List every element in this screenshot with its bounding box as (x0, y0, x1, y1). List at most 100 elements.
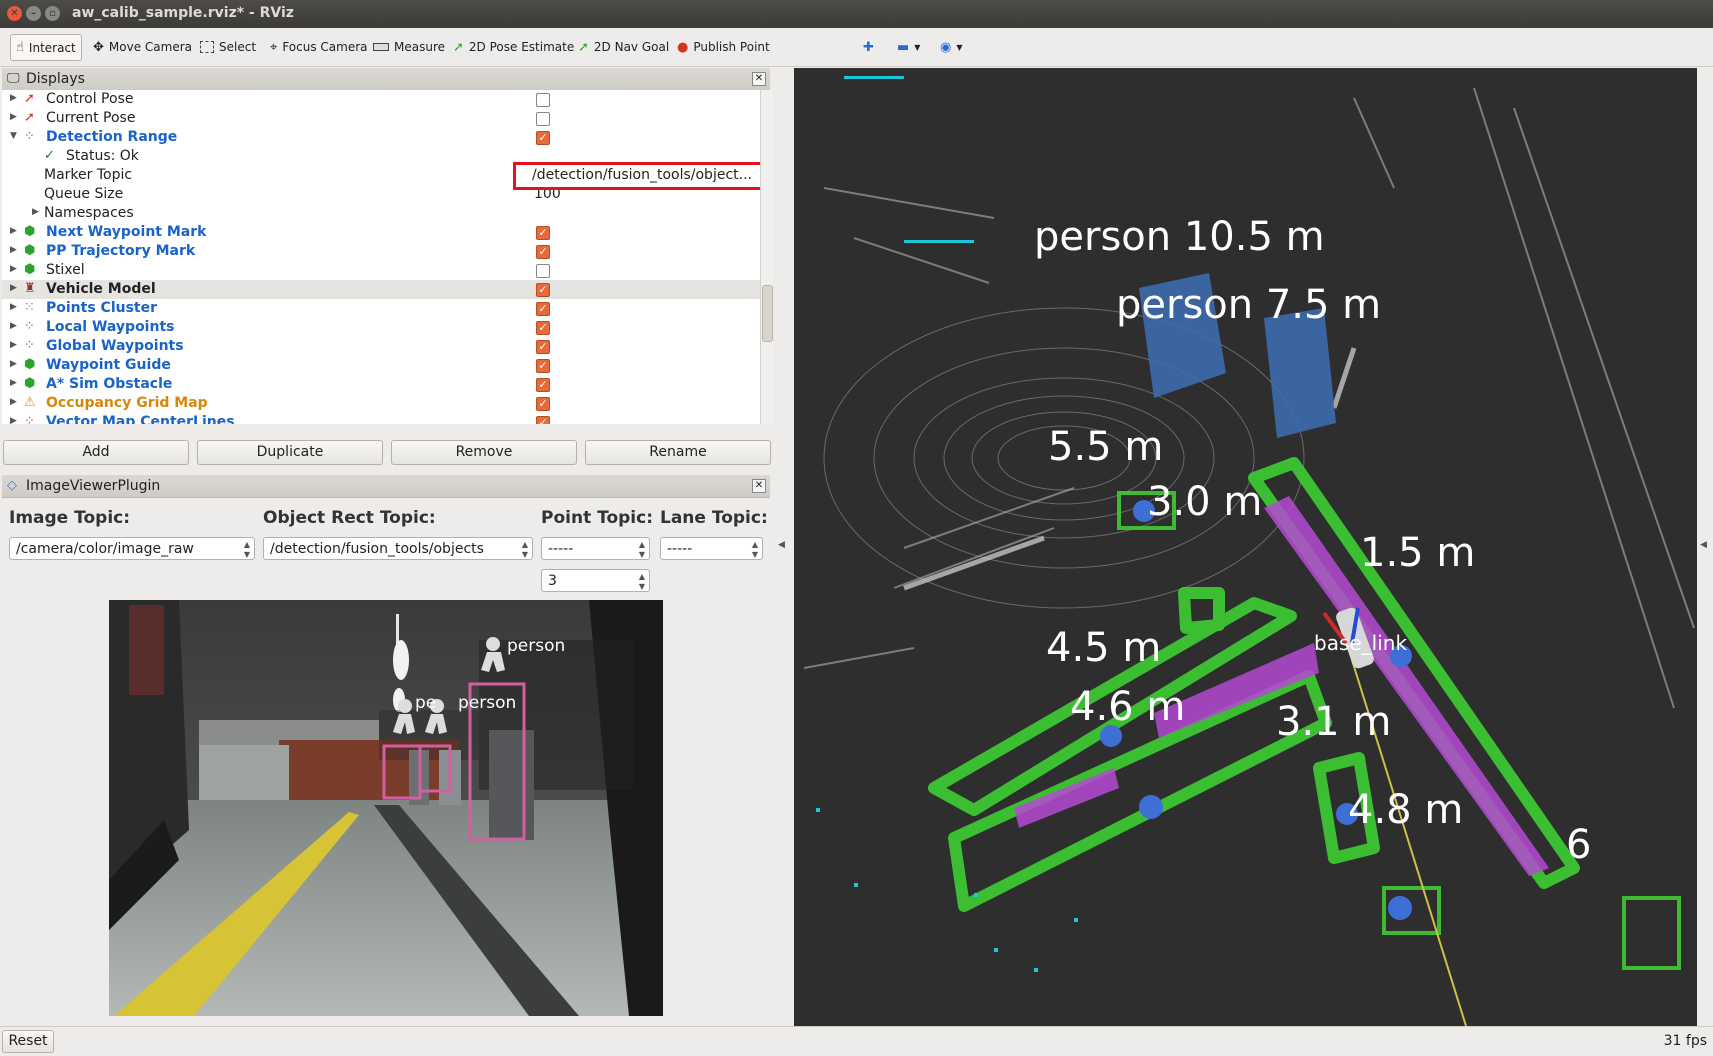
detection-label: person (507, 636, 565, 656)
lane-topic-select[interactable]: ----- ▲ ▼ (660, 537, 763, 560)
display-label: Vector Map CenterLines (46, 414, 235, 424)
add-button[interactable]: Add (3, 440, 189, 465)
splitter-arrow-icon[interactable]: ◀ (778, 540, 785, 550)
focus-camera-tool-button[interactable]: ⌖ Focus Camera (265, 35, 373, 59)
display-checkbox[interactable] (536, 93, 550, 107)
close-window-button[interactable]: ✕ (7, 6, 22, 21)
expand-arrow-icon[interactable]: ▶ (10, 112, 17, 122)
duplicate-button[interactable]: Duplicate (197, 440, 383, 465)
display-row[interactable]: ▶ ⁘ Vector Map CenterLines ✓ (2, 413, 760, 424)
chevron-updown-icon: ▲ ▼ (751, 540, 758, 559)
display-row[interactable]: ▶ ⚠ Occupancy Grid Map ✓ (2, 394, 760, 413)
image-topic-select[interactable]: /camera/color/image_raw ▲ ▼ (9, 537, 255, 560)
close-panel-icon[interactable]: ✕ (752, 72, 766, 86)
display-row[interactable]: ▶ ⬢ Next Waypoint Mark ✓ (2, 223, 760, 242)
select-rect-icon (200, 41, 214, 53)
display-checkbox[interactable]: ✓ (536, 340, 550, 354)
display-checkbox[interactable]: ✓ (536, 321, 550, 335)
point-topic-select[interactable]: ----- ▲ ▼ (541, 537, 650, 560)
expand-arrow-icon[interactable]: ▶ (10, 321, 17, 331)
status-bar: Reset 31 fps (0, 1026, 1713, 1056)
distance-label: 3.0 m (1147, 479, 1262, 525)
expand-arrow-icon[interactable]: ▶ (10, 359, 17, 369)
expand-arrow-icon[interactable]: ▶ (10, 340, 17, 350)
remove-button[interactable]: Remove (391, 440, 577, 465)
property-label: Marker Topic (44, 167, 133, 183)
expand-arrow-icon[interactable]: ▶ (10, 283, 17, 293)
expand-arrow-icon[interactable]: ▶ (10, 397, 17, 407)
close-panel-icon[interactable]: ✕ (752, 479, 766, 493)
expand-arrow-icon[interactable]: ▶ (10, 378, 17, 388)
3d-render-view[interactable]: person 10.5 m person 7.5 m 5.5 m 3.0 m 1… (794, 68, 1697, 1026)
property-row[interactable]: ▶ Namespaces (2, 204, 760, 223)
point-size-spinbox[interactable]: 3 ▲ ▼ (541, 569, 650, 592)
distance-label: 5.5 m (1048, 424, 1163, 470)
display-checkbox[interactable]: ✓ (536, 226, 550, 240)
display-checkbox[interactable]: ✓ (536, 359, 550, 373)
display-row[interactable]: ▶ ⬢ Stixel (2, 261, 760, 280)
expand-arrow-icon[interactable]: ▶ (10, 226, 17, 236)
remove-tool-dropdown[interactable]: ▬ ▼ (892, 35, 925, 59)
chevron-updown-icon: ▲ ▼ (638, 540, 645, 559)
measure-tool-button[interactable]: Measure (368, 35, 450, 59)
pose-estimate-label: 2D Pose Estimate (468, 40, 575, 54)
minimize-window-button[interactable]: – (26, 6, 41, 21)
display-checkbox[interactable]: ✓ (536, 131, 550, 145)
expand-arrow-icon[interactable]: ▶ (10, 93, 17, 103)
image-viewer-title: ImageViewerPlugin (26, 478, 161, 494)
expand-arrow-icon[interactable]: ▶ (32, 207, 39, 217)
view-tool-dropdown[interactable]: ◉ ▼ (935, 35, 968, 59)
green-cube-icon: ⬢ (24, 224, 36, 239)
publish-point-tool-button[interactable]: ● Publish Point (672, 35, 775, 59)
display-checkbox[interactable]: ✓ (536, 397, 550, 411)
scrollbar-thumb[interactable] (762, 285, 773, 342)
maximize-window-button[interactable]: ▫ (45, 6, 60, 21)
display-row[interactable]: ▼ ⁘ Detection Range ✓ (2, 128, 760, 147)
interact-tool-button[interactable]: ☝ Interact (10, 34, 82, 61)
display-row[interactable]: ▶ ⬢ A* Sim Obstacle ✓ (2, 375, 760, 394)
display-checkbox[interactable] (536, 112, 550, 126)
display-checkbox[interactable]: ✓ (536, 245, 550, 259)
display-checkbox[interactable]: ✓ (536, 283, 550, 297)
display-row[interactable]: ▶ ♜ Vehicle Model ✓ (2, 280, 760, 299)
display-row[interactable]: ▶ ➚ Current Pose (2, 109, 760, 128)
expand-arrow-icon[interactable]: ▶ (10, 245, 17, 255)
distance-label: 4.5 m (1046, 625, 1161, 671)
add-tool-button[interactable]: ✚ (858, 35, 879, 59)
display-row[interactable]: ▶ ⁘ Global Waypoints ✓ (2, 337, 760, 356)
displays-scrollbar[interactable] (760, 90, 773, 424)
title-bar: ✕ – ▫ aw_calib_sample.rviz* - RViz (0, 0, 1713, 28)
display-label: Detection Range (46, 129, 178, 145)
expand-arrow-icon[interactable]: ▶ (10, 416, 17, 424)
display-row[interactable]: ▶ ⁘ Local Waypoints ✓ (2, 318, 760, 337)
display-label: Occupancy Grid Map (46, 395, 208, 411)
display-row[interactable]: ▶ ⬢ Waypoint Guide ✓ (2, 356, 760, 375)
display-checkbox[interactable]: ✓ (536, 302, 550, 316)
display-checkbox[interactable]: ✓ (536, 416, 550, 424)
display-row[interactable]: ▶ ⁙ Points Cluster ✓ (2, 299, 760, 318)
display-label: Control Pose (46, 91, 134, 107)
pose-estimate-tool-button[interactable]: ➚ 2D Pose Estimate (448, 35, 579, 59)
nav-goal-tool-button[interactable]: ➚ 2D Nav Goal (573, 35, 674, 59)
move-camera-tool-button[interactable]: ✥ Move Camera (88, 35, 197, 59)
expand-arrow-icon[interactable]: ▶ (10, 302, 17, 312)
plus-icon: ✚ (863, 39, 874, 55)
select-label: Select (219, 40, 257, 54)
point-size-value: 3 (548, 573, 557, 589)
reset-button[interactable]: Reset (2, 1030, 54, 1053)
display-row[interactable]: ▶ ⬢ PP Trajectory Mark ✓ (2, 242, 760, 261)
collapse-arrow-icon[interactable]: ▼ (10, 131, 17, 141)
display-row[interactable]: ▶ ➚ Control Pose (2, 90, 760, 109)
rename-button[interactable]: Rename (585, 440, 771, 465)
right-splitter[interactable]: ◀ (1697, 68, 1713, 1026)
chevron-updown-icon: ▲ ▼ (638, 572, 645, 591)
expand-arrow-icon[interactable]: ▶ (10, 264, 17, 274)
detection-label: pe (415, 693, 436, 713)
splitter-arrow-icon[interactable]: ◀ (1700, 540, 1707, 550)
rect-topic-select[interactable]: /detection/fusion_tools/objects ▲ ▼ (263, 537, 533, 560)
property-label: Queue Size (44, 186, 124, 202)
display-checkbox[interactable]: ✓ (536, 378, 550, 392)
toolbar: ☝ Interact ✥ Move Camera Select ⌖ Focus … (0, 28, 1713, 67)
display-checkbox[interactable] (536, 264, 550, 278)
select-tool-button[interactable]: Select (195, 35, 261, 59)
